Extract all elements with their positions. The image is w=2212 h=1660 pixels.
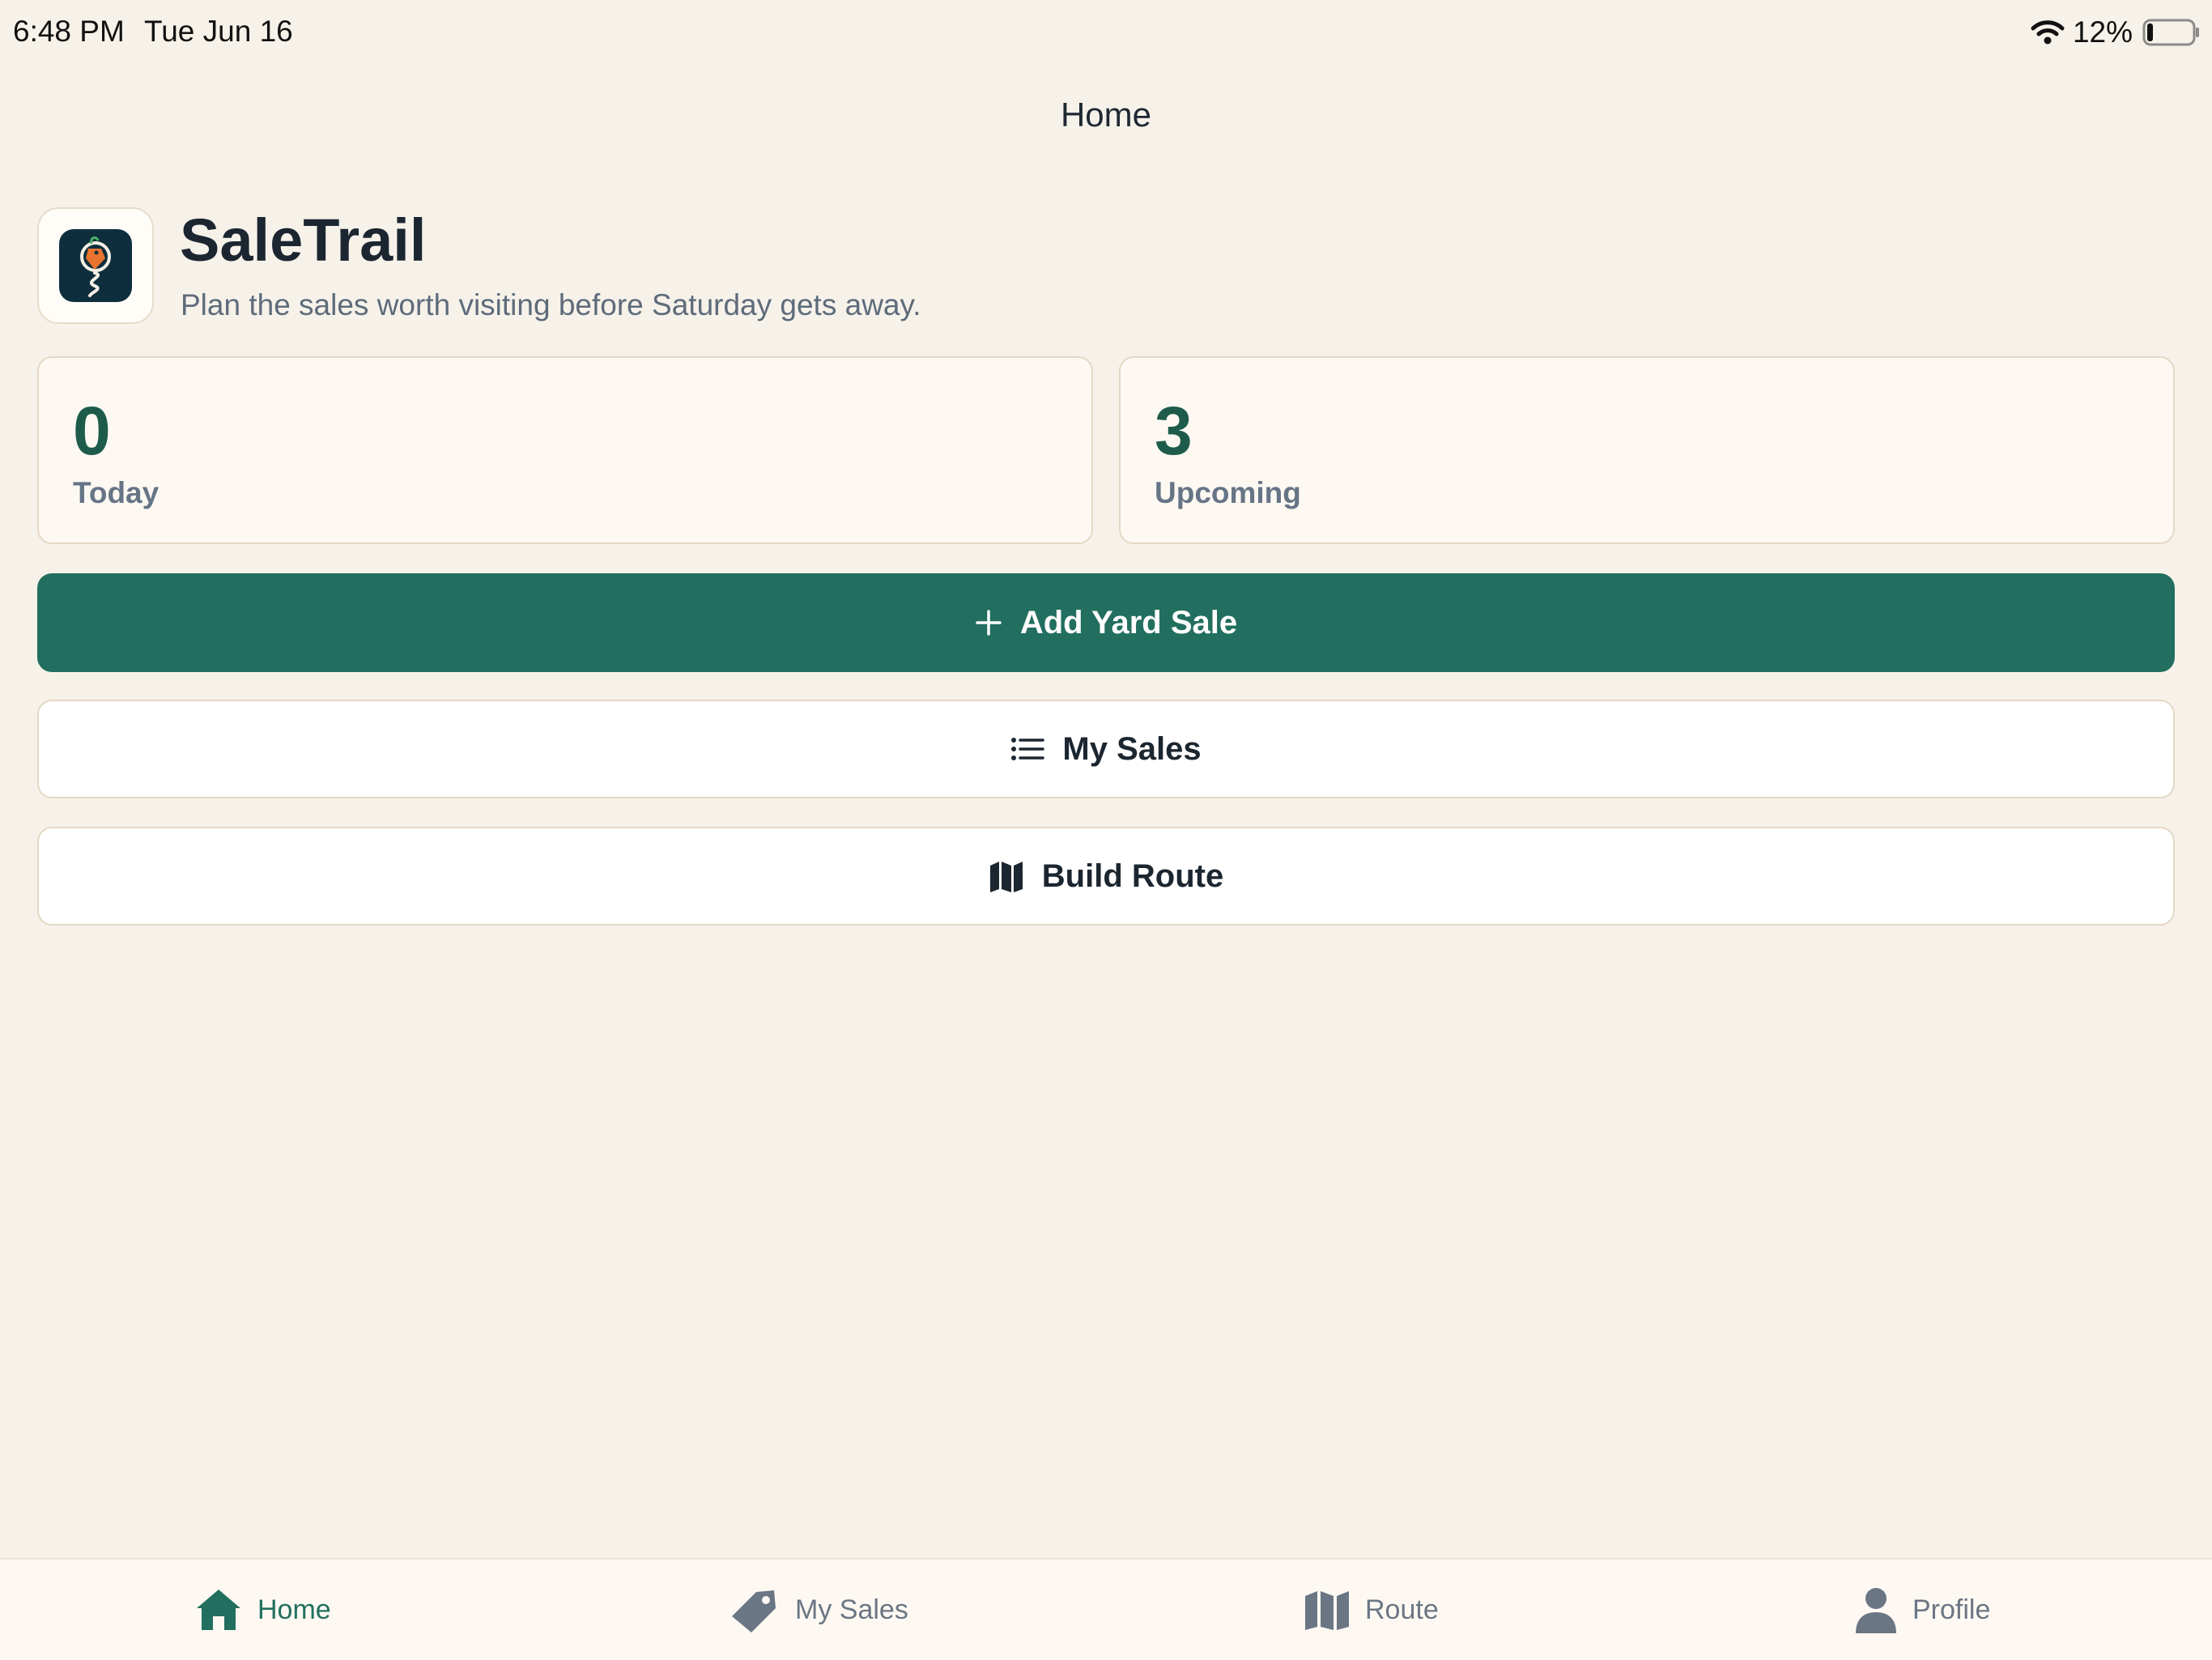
stat-card-upcoming: 3 Upcoming [1119, 356, 2175, 544]
tab-home[interactable]: Home [194, 1560, 331, 1660]
stat-value: 0 [73, 393, 111, 469]
map-icon [989, 862, 1023, 892]
tab-label: Profile [1912, 1594, 1991, 1625]
add-yard-sale-label: Add Yard Sale [1019, 604, 1238, 641]
map-icon [1305, 1591, 1349, 1630]
tab-label: Route [1365, 1594, 1439, 1625]
status-time: 6:48 PM [13, 15, 125, 48]
tab-bar: Home My Sales Route Profile [0, 1558, 2212, 1660]
status-date: Tue Jun 16 [144, 15, 293, 48]
home-icon [197, 1590, 240, 1630]
person-icon [1856, 1588, 1896, 1633]
saletrail-logo-icon [59, 229, 132, 302]
list-icon [1011, 738, 1045, 760]
tag-icon [732, 1590, 776, 1632]
wifi-icon [2031, 20, 2065, 45]
stat-card-today: 0 Today [37, 356, 1093, 544]
battery-percent: 12% [2072, 15, 2133, 49]
tab-label: Home [257, 1594, 331, 1625]
stat-label: Upcoming [1155, 476, 1301, 509]
my-sales-label: My Sales [1062, 730, 1202, 767]
tab-route[interactable]: Route [1304, 1560, 1439, 1660]
app-tagline: Plan the sales worth visiting before Sat… [181, 288, 921, 321]
battery-icon [2142, 19, 2199, 46]
tab-my-sales[interactable]: My Sales [727, 1560, 908, 1660]
app-name: SaleTrail [180, 206, 427, 274]
build-route-button[interactable]: Build Route [37, 827, 2175, 926]
tab-profile[interactable]: Profile [1854, 1560, 1990, 1660]
app-logo [37, 207, 154, 324]
build-route-label: Build Route [1041, 858, 1224, 894]
plus-icon [976, 610, 1002, 636]
status-indicators: 12% [2031, 13, 2201, 52]
stat-label: Today [73, 476, 160, 509]
stat-value: 3 [1155, 393, 1193, 469]
page-title: Home [1060, 96, 1152, 134]
add-yard-sale-button[interactable]: Add Yard Sale [37, 573, 2175, 672]
my-sales-button[interactable]: My Sales [37, 700, 2175, 798]
status-bar: 6:48 PM Tue Jun 16 12% [0, 0, 2212, 65]
tab-label: My Sales [795, 1594, 908, 1625]
